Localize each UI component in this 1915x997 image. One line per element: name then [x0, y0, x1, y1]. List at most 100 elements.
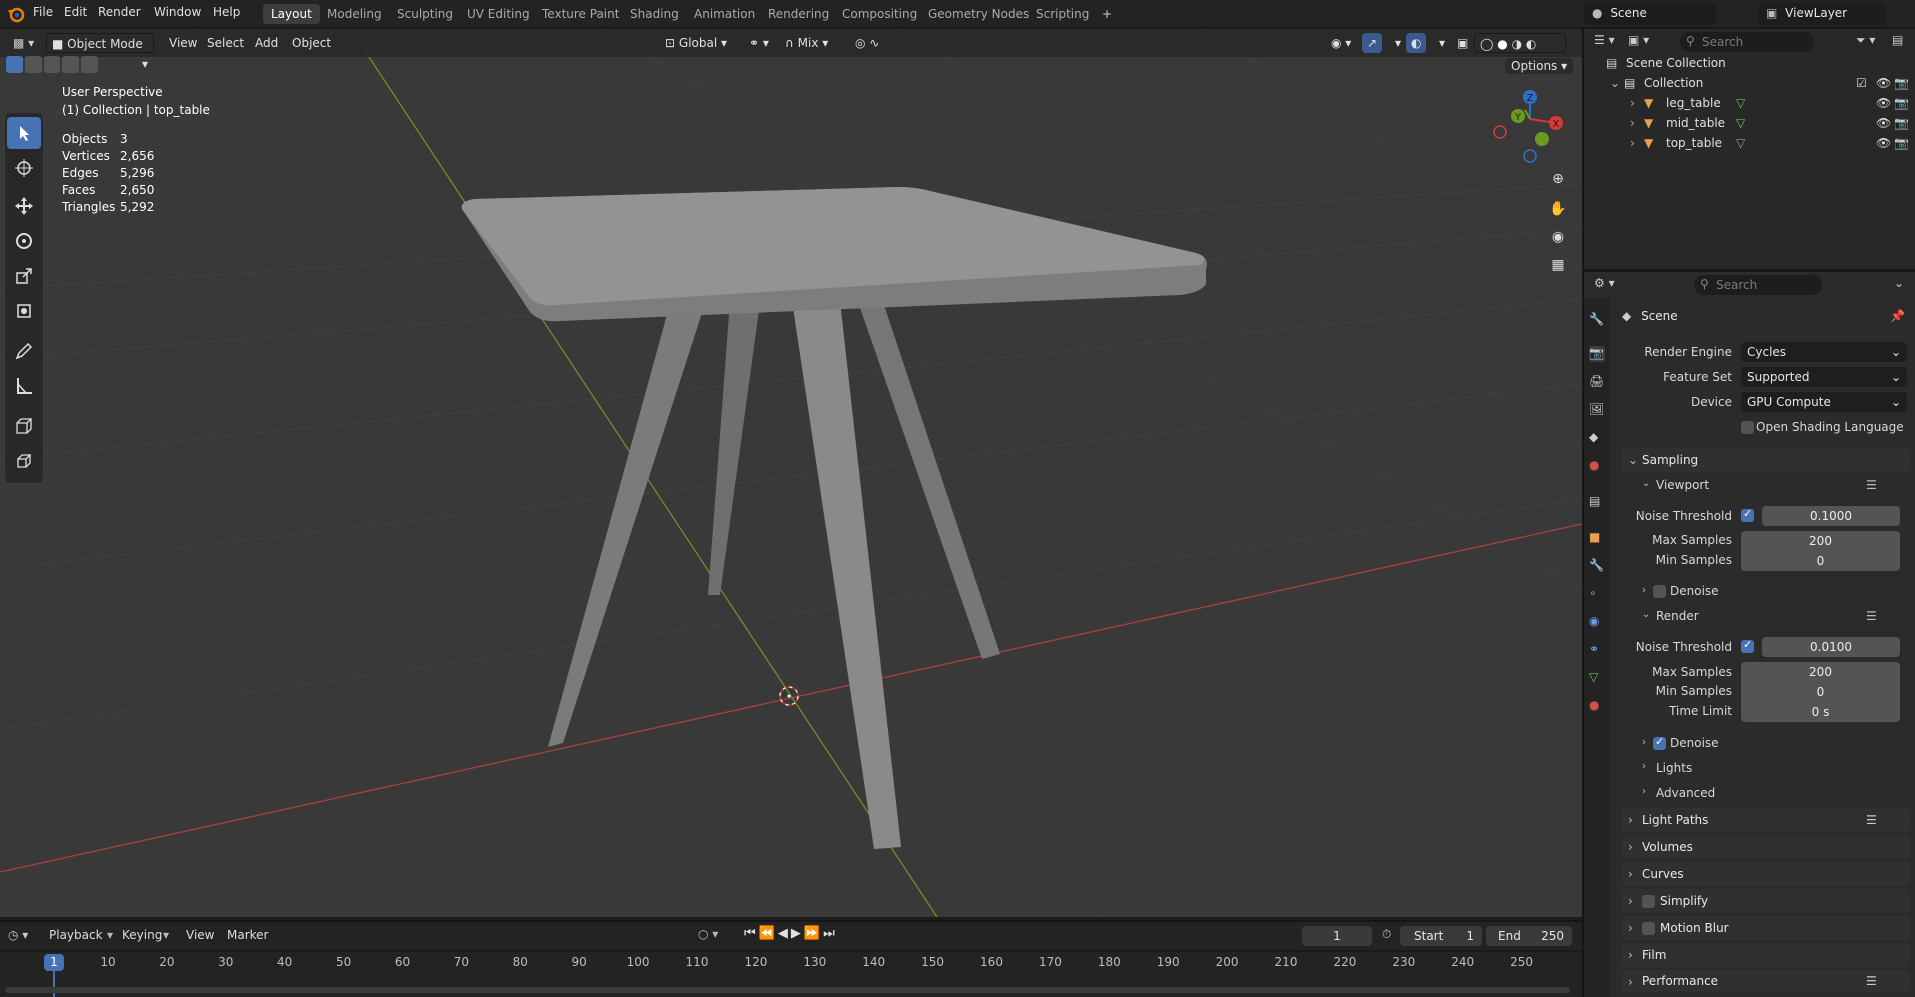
object-tab-icon[interactable]: ■	[1589, 530, 1605, 546]
proportional-edit-icon[interactable]: ◎ ∿	[850, 33, 884, 53]
blender-logo-icon[interactable]	[6, 4, 26, 24]
menu-marker[interactable]: Marker	[227, 928, 268, 942]
wireframe-shading-icon[interactable]: ◯	[1480, 37, 1493, 51]
tab-compositing[interactable]: Compositing	[834, 4, 925, 24]
measure-tool[interactable]	[7, 370, 41, 402]
checkbox-icon[interactable]: ☑	[1856, 76, 1867, 90]
collection-tab-icon[interactable]: ▤	[1589, 494, 1605, 510]
end-frame-field[interactable]: End 250	[1486, 926, 1572, 946]
select-intersect-icon[interactable]	[81, 56, 98, 73]
filter-icon[interactable]: ⏷ ▾	[1856, 33, 1875, 48]
outliner-item-top-table[interactable]: › ▼ top_table ▽ 👁 📷	[1584, 133, 1915, 153]
pivot-point-dropdown[interactable]: ⚭ ▾	[744, 33, 774, 53]
outliner-collection[interactable]: ⌄ ▤ Collection ☑ 👁 📷	[1584, 73, 1915, 93]
chevron-right-icon[interactable]: ›	[1630, 96, 1635, 110]
camera-icon[interactable]: 📷	[1894, 116, 1909, 130]
overlay-dropdown-icon[interactable]: ▾	[1434, 33, 1450, 53]
jump-start-icon[interactable]: ⏮	[744, 926, 759, 941]
stopwatch-icon[interactable]: ⏱	[1382, 927, 1391, 942]
menu-keying[interactable]: Keying	[122, 928, 162, 942]
gizmo-dropdown-icon[interactable]: ▾	[1390, 33, 1406, 53]
film-panel-header[interactable]: › Film	[1622, 943, 1910, 967]
outliner-item-mid-table[interactable]: › ▼ mid_table ▽ 👁 📷	[1584, 113, 1915, 133]
render-max-samples-field[interactable]: 200	[1741, 662, 1900, 682]
performance-panel-header[interactable]: › Performance ☰	[1622, 970, 1910, 992]
camera-icon[interactable]: 📷	[1894, 76, 1909, 90]
list-icon[interactable]: ☰	[1866, 813, 1877, 827]
pin-icon[interactable]: 📌	[1890, 309, 1905, 323]
outliner-item-leg-table[interactable]: › ▼ leg_table ▽ 👁 📷	[1584, 93, 1915, 113]
motion-blur-panel-header[interactable]: › Motion Blur	[1622, 916, 1910, 940]
editor-type-icon[interactable]: ▩ ▾	[8, 33, 39, 53]
cursor-tool[interactable]	[7, 152, 41, 184]
next-keyframe-icon[interactable]: ⏩	[804, 926, 823, 941]
shading-mode-buttons[interactable]: ◯ ● ◑ ◐	[1474, 33, 1566, 53]
play-icon[interactable]: ▶	[791, 926, 804, 941]
3d-cursor-icon[interactable]	[779, 686, 799, 706]
navigation-gizmo[interactable]: Z Y X	[1493, 90, 1563, 163]
chevron-right-icon[interactable]: ›	[1642, 585, 1646, 596]
select-new-icon[interactable]	[6, 56, 23, 73]
add-cube-tool[interactable]	[7, 410, 41, 442]
menu-edit[interactable]: Edit	[64, 5, 87, 19]
output-tab-icon[interactable]: 🖨	[1589, 374, 1605, 390]
annotate-tool[interactable]	[7, 335, 41, 367]
zoom-icon[interactable]: ⊕	[1548, 171, 1568, 191]
viewport-noise-threshold-checkbox[interactable]	[1741, 507, 1754, 522]
feature-set-dropdown[interactable]: Supported ⌄	[1741, 367, 1907, 387]
tab-layout[interactable]: Layout	[263, 4, 320, 24]
modifier-tab-icon[interactable]: 🔧	[1589, 558, 1605, 574]
menu-select[interactable]: Select	[202, 33, 249, 53]
add-workspace-button[interactable]: +	[1094, 4, 1120, 24]
chevron-right-icon[interactable]: ›	[1630, 136, 1635, 150]
outliner-scene-collection[interactable]: ▤ Scene Collection	[1584, 53, 1915, 73]
play-reverse-icon[interactable]: ◀	[778, 926, 791, 941]
solid-shading-icon[interactable]: ●	[1497, 37, 1507, 51]
viewlayer-selector[interactable]: ▣ ViewLayer	[1758, 3, 1886, 25]
rendered-shading-icon[interactable]: ◐	[1526, 37, 1536, 51]
menu-view[interactable]: View	[164, 33, 202, 53]
3d-viewport[interactable]: Z Y X User Perspective (1) Collection | …	[0, 29, 1582, 917]
tab-shading[interactable]: Shading	[622, 4, 687, 24]
properties-editor-icon[interactable]: ⚙ ▾	[1594, 276, 1615, 290]
simplify-checkbox[interactable]	[1642, 895, 1655, 908]
constraints-tab-icon[interactable]: ⚭	[1589, 642, 1605, 658]
menu-playback[interactable]: Playback	[49, 928, 103, 942]
tab-geometry-nodes[interactable]: Geometry Nodes	[920, 4, 1037, 24]
render-engine-dropdown[interactable]: Cycles ⌄	[1741, 342, 1907, 362]
render-denoise-checkbox[interactable]	[1653, 735, 1666, 750]
light-paths-panel-header[interactable]: › Light Paths ☰	[1622, 808, 1910, 832]
viewport-denoise-checkbox[interactable]	[1653, 585, 1666, 598]
menu-render[interactable]: Render	[98, 5, 141, 19]
camera-icon[interactable]: 📷	[1894, 136, 1909, 150]
scale-tool[interactable]	[7, 260, 41, 292]
start-frame-field[interactable]: Start 1	[1400, 926, 1482, 946]
camera-icon[interactable]: 📷	[1894, 96, 1909, 110]
orthographic-grid-icon[interactable]: ▦	[1548, 257, 1568, 277]
viewport-min-samples-field[interactable]: 0	[1741, 551, 1900, 571]
chevron-down-icon[interactable]: ⌄	[1894, 276, 1904, 290]
menu-file[interactable]: File	[33, 5, 53, 19]
xray-toggle-icon[interactable]: ▣	[1452, 33, 1473, 53]
osl-checkbox[interactable]	[1741, 421, 1754, 434]
menu-object[interactable]: Object	[287, 33, 336, 53]
new-collection-icon[interactable]: ▤	[1892, 33, 1903, 47]
display-mode-icon[interactable]: ▣ ▾	[1628, 33, 1649, 47]
lights-subpanel-header[interactable]: › Lights	[1636, 756, 1908, 780]
volumes-panel-header[interactable]: › Volumes	[1622, 835, 1910, 859]
time-limit-field[interactable]: 0 s	[1741, 702, 1900, 722]
tab-animation[interactable]: Animation	[686, 4, 763, 24]
rotate-tool[interactable]	[7, 225, 41, 257]
device-dropdown[interactable]: GPU Compute ⌄	[1741, 392, 1907, 412]
select-box-tool[interactable]	[7, 117, 41, 149]
tab-rendering[interactable]: Rendering	[760, 4, 837, 24]
select-subtract-icon[interactable]	[43, 56, 61, 73]
scene-selector[interactable]: ● Scene	[1584, 3, 1716, 25]
eye-icon[interactable]: 👁	[1876, 116, 1891, 130]
orientation-dropdown[interactable]: ⊡ Global ▾	[660, 33, 732, 53]
outliner-search-input[interactable]: Search	[1680, 32, 1814, 52]
data-tab-icon[interactable]: ▽	[1589, 670, 1605, 686]
menu-view[interactable]: View	[186, 928, 214, 942]
world-tab-icon[interactable]: ●	[1589, 458, 1605, 474]
tab-scripting[interactable]: Scripting	[1028, 4, 1097, 24]
